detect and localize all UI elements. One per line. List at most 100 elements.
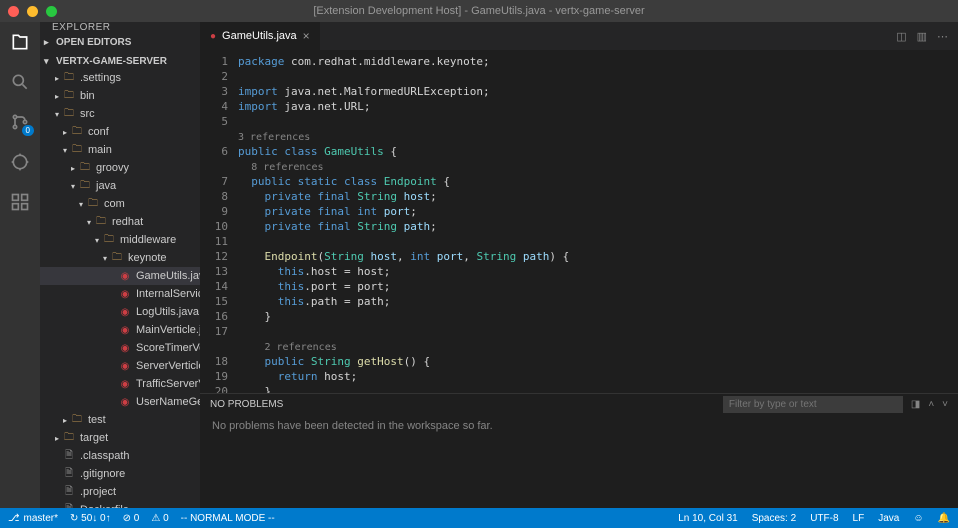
java-icon: ◉ <box>118 343 132 354</box>
tree-item[interactable]: ▸🗀test <box>40 411 200 429</box>
encoding[interactable]: UTF-8 <box>810 513 838 524</box>
minimize-window[interactable] <box>27 6 38 17</box>
folder-icon: 🗀 <box>62 430 76 447</box>
tree-item[interactable]: ▾🗀middleware <box>40 231 200 249</box>
warnings-count[interactable]: ⚠ 0 <box>151 513 168 524</box>
tree-item-label: groovy <box>96 162 129 174</box>
editor[interactable]: 1234567891011121314151617181920212223242… <box>200 50 958 393</box>
tree-item[interactable]: 🗎 .project <box>40 483 200 501</box>
folder-icon: 🗀 <box>62 70 76 87</box>
open-editors-label: OPEN EDITORS <box>56 37 131 48</box>
file-icon: 🗎 <box>62 466 76 483</box>
tree-item[interactable]: ◉UserNameGenerat… <box>40 393 200 411</box>
editor-actions: ◫ ▥ ⋯ <box>896 30 958 43</box>
folder-icon: 🗀 <box>78 178 92 195</box>
java-icon: ◉ <box>118 289 132 300</box>
tree-item-label: .classpath <box>80 450 130 462</box>
tree-item[interactable]: ▾🗀src <box>40 105 200 123</box>
explorer-icon[interactable] <box>8 30 32 54</box>
folder-icon: 🗀 <box>78 160 92 177</box>
tree-item[interactable]: ▸🗀groovy <box>40 159 200 177</box>
close-icon[interactable]: × <box>303 29 310 43</box>
chevron-icon: ▸ <box>60 128 70 137</box>
tree-item-label: .project <box>80 486 116 498</box>
tree-item[interactable]: ▸🗀.settings <box>40 69 200 87</box>
tree-item-label: GameUtils.java <box>136 270 200 282</box>
maximize-window[interactable] <box>46 6 57 17</box>
chevron-right-icon: ▸ <box>44 37 56 48</box>
feedback-icon[interactable]: ☺ <box>913 513 923 524</box>
tree-item[interactable]: 🗎 .gitignore <box>40 465 200 483</box>
sidebar-title: EXPLORER <box>40 22 200 33</box>
language-mode[interactable]: Java <box>878 513 899 524</box>
tree-item-label: ServerVerticle.java <box>136 360 200 372</box>
source-control-icon[interactable]: 0 <box>8 110 32 134</box>
folder-icon: 🗀 <box>86 196 100 213</box>
tree-item[interactable]: ◉GameUtils.java <box>40 267 200 285</box>
java-icon: ◉ <box>118 361 132 372</box>
tree-item[interactable]: ▾🗀com <box>40 195 200 213</box>
problems-filter-input[interactable] <box>723 396 903 413</box>
chevron-down-icon[interactable]: ˅ <box>942 399 948 410</box>
open-editors-header[interactable]: ▸ OPEN EDITORS <box>40 35 200 50</box>
folder-icon: 🗀 <box>70 412 84 429</box>
tree-item[interactable]: ◉ ServerVerticle.java <box>40 357 200 375</box>
folder-icon: 🗀 <box>70 124 84 141</box>
tree-item-label: conf <box>88 126 109 138</box>
folder-icon: 🗀 <box>102 232 116 249</box>
chevron-icon: ▸ <box>52 92 62 101</box>
project-label: VERTX-GAME-SERVER <box>56 56 167 67</box>
tree-item-label: target <box>80 432 108 444</box>
tree-item[interactable]: ▸🗀target <box>40 429 200 447</box>
cursor-position[interactable]: Ln 10, Col 31 <box>678 513 738 524</box>
split-editor-icon[interactable]: ◫ <box>896 30 906 43</box>
notifications-icon[interactable]: 🔔 <box>938 513 950 524</box>
tree-item[interactable]: ◉InternalServiceVert… <box>40 285 200 303</box>
tree-item-label: src <box>80 108 95 120</box>
tree-item[interactable]: ▸🗀bin <box>40 87 200 105</box>
window-controls <box>8 6 57 17</box>
collapse-icon[interactable]: ◨ <box>911 399 920 410</box>
tree-item-label: main <box>88 144 112 156</box>
tree-item[interactable]: ◉MainVerticle.java <box>40 321 200 339</box>
eol[interactable]: LF <box>853 513 865 524</box>
problems-message: No problems have been detected in the wo… <box>200 414 958 438</box>
sidebar: EXPLORER ▸ OPEN EDITORS ▾ VERTX-GAME-SER… <box>40 22 200 508</box>
tree-item[interactable]: 🗎.classpath <box>40 447 200 465</box>
extensions-icon[interactable] <box>8 190 32 214</box>
tab-gameutils[interactable]: ● GameUtils.java × <box>200 22 320 50</box>
tree-item[interactable]: ◉LogUtils.java <box>40 303 200 321</box>
layout-icon[interactable]: ▥ <box>917 30 927 43</box>
debug-icon[interactable] <box>8 150 32 174</box>
tree-item[interactable]: ▾🗀redhat <box>40 213 200 231</box>
tree-item-label: UserNameGenerat… <box>136 396 200 408</box>
java-icon: ◉ <box>118 379 132 390</box>
search-icon[interactable] <box>8 70 32 94</box>
code-content[interactable]: package com.redhat.middleware.keynote;im… <box>238 50 958 393</box>
folder-icon: 🗀 <box>70 142 84 159</box>
tree-item[interactable]: ▸🗀 conf <box>40 123 200 141</box>
more-icon[interactable]: ⋯ <box>937 30 948 43</box>
indent-setting[interactable]: Spaces: 2 <box>752 513 796 524</box>
vim-mode: -- NORMAL MODE -- <box>181 513 275 524</box>
git-branch[interactable]: ⎇ master* <box>8 513 58 524</box>
tree-item[interactable]: ◉ScoreTimerVerticl… <box>40 339 200 357</box>
java-icon: ◉ <box>118 325 132 336</box>
project-header[interactable]: ▾ VERTX-GAME-SERVER <box>40 54 200 69</box>
git-sync[interactable]: ↻ 50↓ 0↑ <box>70 513 111 524</box>
tree-item[interactable]: ▾🗀java <box>40 177 200 195</box>
tree-item-label: .gitignore <box>80 468 125 480</box>
tree-item[interactable]: 🗎Dockerfile <box>40 501 200 508</box>
tree-item[interactable]: ▾🗀keynote <box>40 249 200 267</box>
close-window[interactable] <box>8 6 19 17</box>
tree-item[interactable]: ▾🗀main <box>40 141 200 159</box>
tree-item-label: middleware <box>120 234 176 246</box>
file-icon: 🗎 <box>62 484 76 501</box>
problems-panel: NO PROBLEMS ◨ ˄ ˅ No problems have been … <box>200 393 958 508</box>
chevron-up-icon[interactable]: ˄ <box>928 399 934 410</box>
titlebar: [Extension Development Host] - GameUtils… <box>0 0 958 22</box>
chevron-down-icon: ▾ <box>44 56 56 67</box>
folder-icon: 🗀 <box>62 106 76 123</box>
tree-item[interactable]: ◉TrafficServerVerti… <box>40 375 200 393</box>
errors-count[interactable]: ⊘ 0 <box>123 513 140 524</box>
